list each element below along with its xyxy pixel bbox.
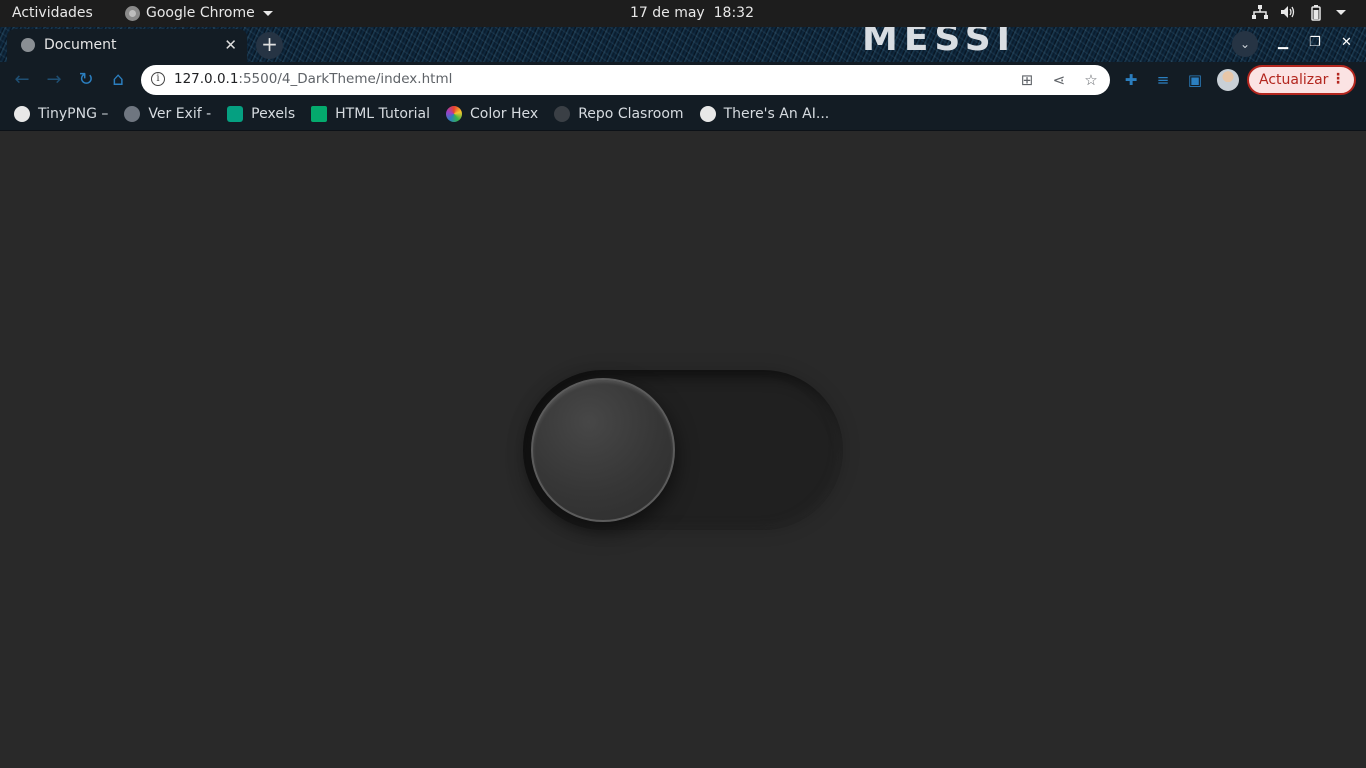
site-info-icon[interactable]: i xyxy=(151,72,165,86)
bookmark-label: Pexels xyxy=(251,106,296,122)
panda-icon xyxy=(14,106,30,122)
forward-button[interactable]: → xyxy=(43,69,65,91)
tab-strip: Document ✕ + MESSI ⌄ ▁ ❐ ✕ xyxy=(0,27,1366,62)
url-host: 127.0.0.1 xyxy=(174,71,239,87)
bookmark-label: There's An AI... xyxy=(723,106,830,122)
minimize-icon[interactable]: ▁ xyxy=(1278,35,1288,50)
side-panel-icon[interactable]: ▣ xyxy=(1185,70,1205,90)
bookmark-star-icon[interactable]: ☆ xyxy=(1082,71,1100,89)
home-button[interactable]: ⌂ xyxy=(107,69,129,91)
volume-icon xyxy=(1280,5,1296,19)
extensions-icon[interactable]: ✚ xyxy=(1121,70,1141,90)
toggle-knob[interactable] xyxy=(531,378,675,522)
pexels-icon xyxy=(227,106,244,122)
app-menu-label: Google Chrome xyxy=(146,5,255,21)
share-icon[interactable]: ⋖ xyxy=(1050,71,1068,89)
tab-search-button[interactable]: ⌄ xyxy=(1232,31,1258,57)
profile-avatar[interactable] xyxy=(1217,69,1239,91)
battery-icon xyxy=(1308,5,1324,21)
system-top-bar: Actividades Google Chrome 17 de may 18:3… xyxy=(0,0,1366,27)
close-window-icon[interactable]: ✕ xyxy=(1341,35,1352,50)
clock-time: 18:32 xyxy=(713,5,754,21)
clock[interactable]: 17 de may 18:32 xyxy=(630,5,754,21)
arm-icon xyxy=(699,106,716,122)
translate-icon[interactable]: ⊞ xyxy=(1018,71,1036,89)
bookmark-color-hex[interactable]: Color Hex xyxy=(446,106,538,122)
power-menu-caret-icon xyxy=(1336,5,1352,19)
bookmark-theres-an-ai[interactable]: There's An AI... xyxy=(699,106,830,122)
globe-icon xyxy=(124,106,141,122)
reading-list-icon[interactable]: ≡ xyxy=(1153,70,1173,90)
tab-document[interactable]: Document ✕ xyxy=(7,29,247,62)
page-viewport xyxy=(0,132,1366,768)
bookmark-label: Ver Exif - xyxy=(148,106,212,122)
bookmark-repo-clasroom[interactable]: Repo Clasroom xyxy=(554,106,684,122)
bookmark-label: Repo Clasroom xyxy=(578,106,684,122)
tab-title: Document xyxy=(44,37,117,53)
chrome-icon xyxy=(125,5,140,21)
caret-down-icon xyxy=(262,10,273,16)
bookmark-html-tutorial[interactable]: HTML Tutorial xyxy=(311,106,430,122)
more-menu-icon: ⋮ xyxy=(1331,71,1345,87)
bookmarks-bar: TinyPNG – Ver Exif - Pexels HTML Tutoria… xyxy=(0,98,1366,131)
bookmark-pexels[interactable]: Pexels xyxy=(227,106,295,122)
dark-theme-toggle[interactable] xyxy=(523,370,843,530)
address-bar[interactable]: i 127.0.0.1:5500/4_DarkTheme/index.html … xyxy=(141,65,1110,95)
theme-brand-text: MESSI xyxy=(862,27,1017,51)
app-menu[interactable]: Google Chrome xyxy=(125,5,273,21)
new-tab-button[interactable]: + xyxy=(256,32,283,59)
network-icon xyxy=(1252,5,1268,19)
system-tray[interactable] xyxy=(1252,5,1352,21)
clock-date: 17 de may xyxy=(630,5,705,21)
update-button[interactable]: Actualizar ⋮ xyxy=(1247,65,1356,95)
update-button-label: Actualizar xyxy=(1259,72,1329,88)
globe-icon xyxy=(21,38,35,52)
close-tab-icon[interactable]: ✕ xyxy=(224,36,237,54)
bookmark-label: HTML Tutorial xyxy=(335,106,431,122)
color-wheel-icon xyxy=(446,106,463,122)
bookmark-label: TinyPNG – xyxy=(38,106,109,122)
bookmark-label: Color Hex xyxy=(470,106,539,122)
url-text[interactable]: 127.0.0.1:5500/4_DarkTheme/index.html xyxy=(174,71,452,87)
reload-button[interactable]: ↻ xyxy=(75,69,97,91)
w3schools-icon xyxy=(311,106,328,122)
back-button[interactable]: ← xyxy=(11,69,33,91)
url-path: :5500/4_DarkTheme/index.html xyxy=(238,71,453,87)
bookmark-tinypng[interactable]: TinyPNG – xyxy=(14,106,108,122)
bookmark-ver-exif[interactable]: Ver Exif - xyxy=(124,106,211,122)
github-icon xyxy=(554,106,571,122)
restore-icon[interactable]: ❐ xyxy=(1309,35,1321,50)
activities-button[interactable]: Actividades xyxy=(12,5,93,21)
browser-toolbar: ← → ↻ ⌂ i 127.0.0.1:5500/4_DarkTheme/ind… xyxy=(0,62,1366,98)
